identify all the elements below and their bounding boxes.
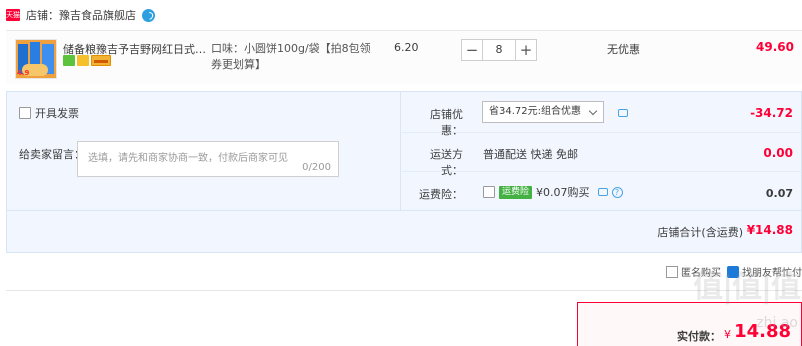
insurance-chat-icon[interactable]	[597, 188, 608, 196]
final-payment-amount: 14.88	[734, 321, 791, 342]
shipping-insurance-tag: 运费险	[499, 185, 533, 199]
store-label: 店铺：	[26, 9, 59, 22]
shop-discount-amount: -34.72	[750, 106, 793, 120]
anonymous-checkbox[interactable]	[666, 265, 678, 278]
anonymous-purchase-option[interactable]: 匿名购买	[666, 264, 721, 279]
guarantee-icon	[77, 55, 89, 66]
seller-message-placeholder: 选填，请先和商家协商一致，付款后商家可见	[88, 153, 288, 164]
seller-message-label: 给卖家留言：	[19, 148, 85, 161]
seller-message-counter: 0/200	[302, 162, 331, 173]
shipping-insurance-option: 运费险 ¥0.07购买 ?	[483, 184, 623, 200]
shipping-insurance-label: 运费险：	[419, 188, 463, 201]
chevron-down-icon	[588, 106, 598, 116]
store-header: 天猫 店铺： 豫吉食品旗舰店	[0, 0, 802, 30]
payment-options: 匿名购买 找朋友帮忙付	[666, 264, 802, 279]
decrease-quantity-button[interactable]: −	[461, 39, 483, 61]
final-payment-label: 实付款：	[677, 330, 721, 343]
order-options-panel: 开具发票 给卖家留言： 选填，请先和商家协商一致，付款后商家可见 0/200 店…	[6, 91, 802, 253]
seven-day-return-icon	[63, 55, 75, 66]
shop-discount-selected: 省34.72元:组合优惠	[489, 106, 581, 117]
seller-message-textarea[interactable]: 选填，请先和商家协商一致，付款后商家可见 0/200	[77, 141, 339, 177]
invoice-checkbox[interactable]	[19, 107, 31, 119]
shipping-insurance-amount: 0.07	[765, 187, 793, 200]
item-promotion: 无优惠	[607, 43, 640, 56]
item-subtotal: 49.60	[756, 40, 794, 54]
anonymous-label: 匿名购买	[681, 268, 721, 279]
unit-price: 6.20	[394, 41, 419, 54]
friend-pay-icon	[727, 265, 739, 278]
service-icons	[63, 55, 111, 66]
shipping-insurance-checkbox[interactable]	[483, 186, 495, 198]
shipping-method-label: 运送方式：	[430, 148, 463, 177]
shop-total-label: 店铺合计(含运费)	[657, 226, 743, 239]
thumbnail-price-tag: 4.9	[17, 69, 30, 77]
friend-pay-label: 找朋友帮忙付	[742, 268, 802, 279]
final-payment-box: 实付款： ¥ 14.88	[577, 302, 802, 346]
invoice-label: 开具发票	[35, 107, 79, 120]
shipping-amount: 0.00	[763, 146, 793, 160]
wangwang-chat-icon[interactable]	[142, 8, 155, 22]
section-divider	[6, 290, 802, 291]
increase-quantity-button[interactable]: +	[515, 39, 537, 61]
shipping-insurance-desc: ¥0.07购买	[536, 186, 590, 199]
product-sku: 口味：小圆饼100g/袋【拍8包领券更划算】	[211, 42, 371, 71]
tmall-badge-icon: 天猫	[6, 9, 20, 21]
shop-total-amount: ¥14.88	[746, 223, 793, 237]
quantity-stepper: − 8 +	[461, 39, 537, 61]
shipping-method-value: 普通配送 快递 免邮	[483, 148, 578, 161]
store-name-link[interactable]: 豫吉食品旗舰店	[59, 7, 136, 23]
friend-pay-option[interactable]: 找朋友帮忙付	[727, 264, 802, 279]
help-icon[interactable]: ?	[611, 186, 623, 198]
shop-discount-select[interactable]: 省34.72元:组合优惠	[482, 101, 604, 123]
invoice-option[interactable]: 开具发票	[19, 105, 79, 121]
discount-info-chat-icon[interactable]	[618, 109, 628, 117]
order-item-row: 4.9 储备粮豫吉予吉野网红日式小圆饼干 口味：小圆饼100g/袋【拍8包领券更…	[6, 30, 802, 84]
product-thumbnail[interactable]: 4.9	[15, 39, 57, 79]
quantity-input[interactable]: 8	[483, 39, 515, 61]
shop-discount-label: 店铺优惠：	[430, 108, 463, 137]
final-payment-currency: ¥	[724, 328, 731, 341]
credit-card-icon	[91, 55, 111, 66]
